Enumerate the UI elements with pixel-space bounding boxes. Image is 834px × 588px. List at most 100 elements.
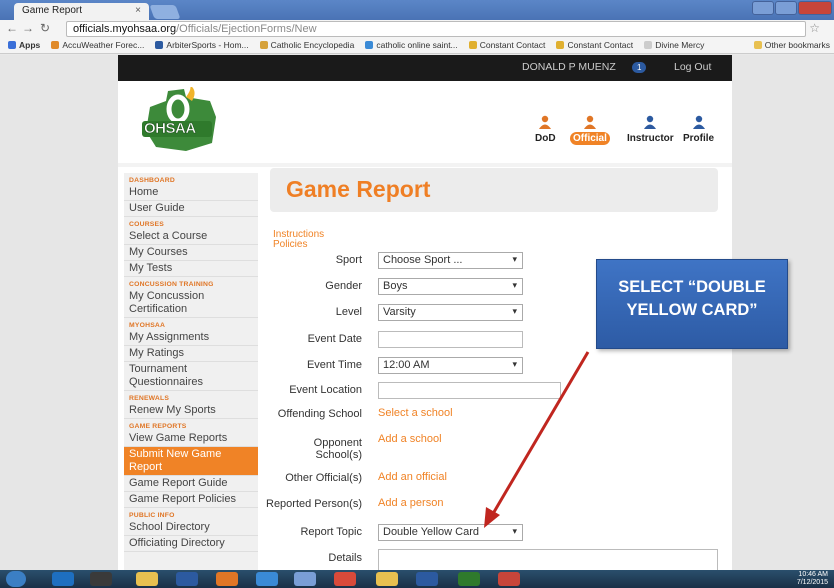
sidebar-item-home[interactable]: Home xyxy=(124,185,258,201)
system-clock[interactable]: 10:46 AM 7/12/2015 xyxy=(797,571,828,587)
sidebar-item-concussion-cert[interactable]: My Concussion Certification xyxy=(124,289,258,318)
sidebar-item-school-directory[interactable]: School Directory xyxy=(124,520,258,536)
header-divider xyxy=(118,163,732,167)
event-time-label: Event Time xyxy=(306,359,362,371)
start-button[interactable] xyxy=(6,571,26,587)
excel-icon[interactable] xyxy=(458,572,480,586)
sidebar-item-report-policies[interactable]: Game Report Policies xyxy=(124,492,258,508)
title-box: Game Report xyxy=(270,168,718,212)
folder-icon[interactable] xyxy=(136,572,158,586)
sidebar-section-dashboard: DASHBOARD xyxy=(129,177,175,184)
bookmark-item[interactable]: Catholic Encyclopedia xyxy=(259,38,354,53)
sidebar-item-submit-report[interactable]: Submit New Game Report xyxy=(124,447,258,476)
level-select[interactable]: Varsity xyxy=(378,304,523,321)
other-bookmarks[interactable]: Other bookmarks xyxy=(753,38,830,53)
logout-link[interactable]: Log Out xyxy=(674,61,711,73)
bookmark-item[interactable]: AccuWeather Forec... xyxy=(51,38,144,53)
maximize-button[interactable] xyxy=(775,1,797,15)
sidebar: DASHBOARD Home User Guide COURSES Select… xyxy=(124,173,258,570)
bookmark-item[interactable]: catholic online saint... xyxy=(365,38,458,53)
url-host: officials.myohsaa.org xyxy=(73,23,177,35)
bookmarks-bar: Apps AccuWeather Forec... ArbiterSports … xyxy=(0,38,834,54)
user-name[interactable]: DONALD P MUENZ xyxy=(522,61,616,73)
report-topic-select[interactable]: Double Yellow Card xyxy=(378,524,523,541)
sidebar-item-officiating-directory[interactable]: Officiating Directory xyxy=(124,536,258,552)
event-time-select[interactable]: 12:00 AM xyxy=(378,357,523,374)
minimize-button[interactable] xyxy=(752,1,774,15)
event-location-input[interactable] xyxy=(378,382,561,399)
bookmark-item[interactable]: ArbiterSports - Hom... xyxy=(155,38,249,53)
add-person-link[interactable]: Add a person xyxy=(378,497,443,509)
person-icon xyxy=(539,115,552,129)
sidebar-item-assignments[interactable]: My Assignments xyxy=(124,330,258,346)
sidebar-item-report-guide[interactable]: Game Report Guide xyxy=(124,476,258,492)
event-date-label: Event Date xyxy=(307,333,362,345)
bookmark-star-icon[interactable]: ☆ xyxy=(809,21,820,35)
bookmark-item[interactable]: Apps xyxy=(8,38,40,53)
firefox-icon[interactable] xyxy=(216,572,238,586)
event-date-input[interactable] xyxy=(378,331,523,348)
reported-persons-label: Reported Person(s) xyxy=(266,498,362,510)
role-switcher: DoD Official Instructor Profile xyxy=(528,115,728,155)
browser-tab-strip: Game Report × xyxy=(0,0,834,20)
sidebar-item-view-reports[interactable]: View Game Reports xyxy=(124,431,258,447)
address-bar-row: ← → ↻ officials.myohsaa.org/Officials/Ej… xyxy=(0,20,834,38)
gender-select[interactable]: Boys xyxy=(378,278,523,295)
browser-tab[interactable]: Game Report × xyxy=(14,3,149,20)
bookmark-item[interactable]: Constant Contact xyxy=(468,38,545,53)
sidebar-item-user-guide[interactable]: User Guide xyxy=(124,201,258,217)
help-links: Instructions Policies xyxy=(273,230,324,250)
url-path: /Officials/EjectionForms/New xyxy=(176,23,317,35)
sidebar-item-my-tests[interactable]: My Tests xyxy=(124,261,258,277)
role-official[interactable]: Official xyxy=(570,115,610,145)
notification-badge[interactable]: 1 xyxy=(632,62,647,73)
bookmark-item[interactable]: Divine Mercy xyxy=(644,38,704,53)
taskbar-app-icon[interactable] xyxy=(294,572,316,586)
person-icon xyxy=(583,115,596,129)
tab-close-icon[interactable]: × xyxy=(135,5,141,16)
back-icon[interactable]: ← xyxy=(6,21,18,35)
url-input[interactable]: officials.myohsaa.org/Officials/Ejection… xyxy=(66,21,806,37)
instruction-callout: SELECT “DOUBLE YELLOW CARD” xyxy=(596,259,788,349)
sidebar-item-ratings[interactable]: My Ratings xyxy=(124,346,258,362)
new-tab-button[interactable] xyxy=(149,5,181,19)
details-textarea[interactable] xyxy=(378,549,718,571)
word-icon[interactable] xyxy=(416,572,438,586)
page-title: Game Report xyxy=(286,176,431,202)
select-school-link[interactable]: Select a school xyxy=(378,407,453,419)
reload-icon[interactable]: ↻ xyxy=(40,21,50,35)
sidebar-item-select-course[interactable]: Select a Course xyxy=(124,229,258,245)
sidebar-item-my-courses[interactable]: My Courses xyxy=(124,245,258,261)
sidebar-item-tournament[interactable]: Tournament Questionnaires xyxy=(124,362,258,391)
sidebar-section-courses: COURSES xyxy=(129,221,165,228)
sidebar-item-renew[interactable]: Renew My Sports xyxy=(124,403,258,419)
sport-select[interactable]: Choose Sport ... xyxy=(378,252,523,269)
person-icon xyxy=(692,115,705,129)
taskbar-app-icon[interactable] xyxy=(90,572,112,586)
policies-link[interactable]: Policies xyxy=(273,240,324,250)
ie-icon[interactable] xyxy=(256,572,278,586)
powerpoint-icon[interactable] xyxy=(498,572,520,586)
logo-text: OHSAA xyxy=(144,120,197,138)
forward-icon[interactable]: → xyxy=(22,21,34,35)
role-instructor[interactable]: Instructor xyxy=(624,115,677,145)
form-row-report-topic: Report Topic Double Yellow Card xyxy=(268,523,718,541)
site-topbar: DONALD P MUENZ 1 Log Out xyxy=(118,55,732,81)
close-window-button[interactable] xyxy=(798,1,832,15)
taskbar-app-icon[interactable] xyxy=(52,572,74,586)
callout-line-1: SELECT “DOUBLE xyxy=(618,278,766,296)
role-profile[interactable]: Profile xyxy=(680,115,717,145)
add-official-link[interactable]: Add an official xyxy=(378,471,447,483)
windows-taskbar: 10:46 AM 7/12/2015 xyxy=(0,570,834,588)
ohsaa-logo[interactable]: OHSAA xyxy=(136,85,226,155)
taskbar-app-icon[interactable] xyxy=(176,572,198,586)
add-school-link[interactable]: Add a school xyxy=(378,433,442,445)
event-location-label: Event Location xyxy=(289,384,362,396)
bookmark-item[interactable]: Constant Contact xyxy=(556,38,633,53)
taskbar-app-icon[interactable] xyxy=(376,572,398,586)
form-row-event-time: Event Time 12:00 AM xyxy=(268,356,718,374)
tab-title: Game Report xyxy=(22,5,83,16)
chrome-icon[interactable] xyxy=(334,572,356,586)
report-topic-label: Report Topic xyxy=(300,526,362,538)
role-dod[interactable]: DoD xyxy=(532,115,559,145)
